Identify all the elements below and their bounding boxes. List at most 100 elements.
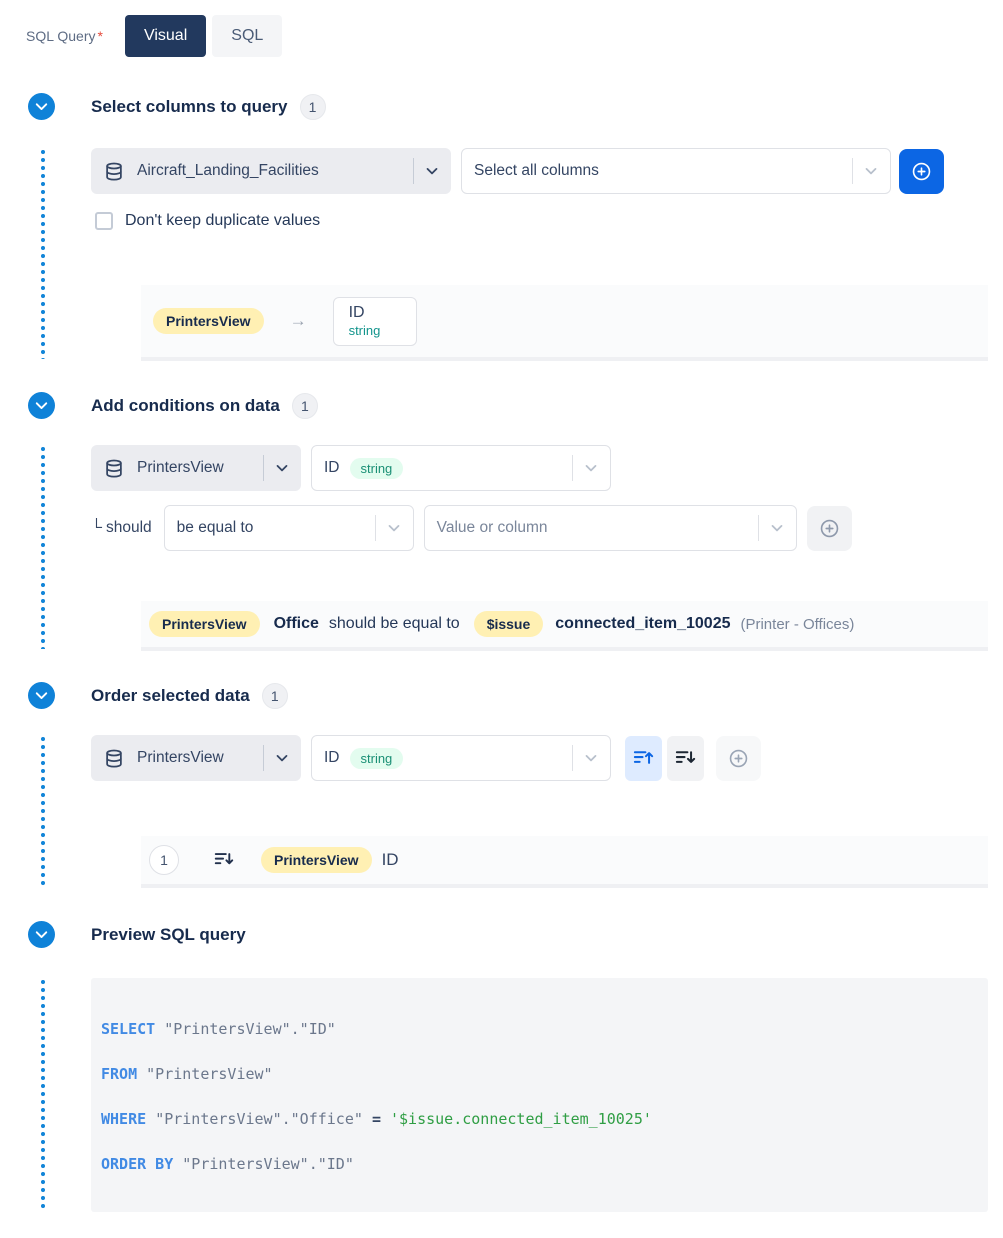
- table-chip: PrintersView: [153, 308, 264, 334]
- column-type-pill: string: [350, 748, 404, 769]
- value-select[interactable]: Value or column: [424, 505, 797, 551]
- section-count-badge: 1: [262, 683, 288, 709]
- condition-column-row: PrintersView ID string: [91, 445, 988, 491]
- circled-plus-icon: [818, 517, 841, 540]
- value-chip: $issue: [474, 611, 544, 637]
- database-icon: [103, 747, 125, 770]
- arrow-right-icon: →: [290, 311, 307, 331]
- dedupe-label: Don't keep duplicate values: [125, 212, 320, 230]
- condition-operator-row: └should be equal to Value or column: [91, 505, 988, 551]
- collapse-section-button[interactable]: [28, 392, 55, 419]
- add-order-button[interactable]: [716, 736, 761, 781]
- chevron-down-icon: [423, 162, 441, 180]
- section-count-badge: 1: [292, 393, 318, 419]
- sql-query-builder: SQL Query* Visual SQL Select columns to …: [0, 0, 1003, 1238]
- column-select-value: ID: [324, 749, 340, 767]
- order-preview: 1 PrintersView ID: [141, 836, 988, 888]
- table-select[interactable]: Aircraft_Landing_Facilities: [91, 148, 451, 194]
- sql-line: ORDER BY "PrintersView"."ID": [101, 1142, 978, 1187]
- chevron-down-icon: [32, 925, 51, 944]
- dotted-rail: [41, 447, 45, 649]
- condition-summary: PrintersView Office should be equal to $…: [141, 601, 988, 651]
- field-label: SQL Query*: [26, 28, 103, 44]
- sort-descending-button[interactable]: [667, 736, 704, 781]
- chevron-down-icon: [862, 162, 880, 180]
- chevron-down-icon: [273, 749, 291, 767]
- chevron-down-icon: [385, 519, 403, 537]
- select-divider: [263, 745, 264, 771]
- columns-select[interactable]: Select all columns: [461, 148, 891, 194]
- section-header-sql-preview: Preview SQL query: [28, 921, 1003, 948]
- operator-select[interactable]: be equal to: [164, 505, 414, 551]
- section-header-conditions: Add conditions on data 1: [28, 392, 1003, 419]
- summary-note: (Printer - Offices): [740, 616, 854, 633]
- section-count-badge: 1: [300, 94, 326, 120]
- column-select-row: Aircraft_Landing_Facilities Select all c…: [91, 148, 988, 194]
- value-select-placeholder: Value or column: [437, 519, 548, 537]
- summary-operator: should be equal to: [329, 615, 460, 633]
- operator-select-value: be equal to: [177, 519, 254, 537]
- select-divider: [263, 455, 264, 481]
- table-select[interactable]: PrintersView: [91, 735, 301, 781]
- section-body-conditions: PrintersView ID string └should be equal …: [91, 445, 988, 651]
- add-column-select-button[interactable]: [899, 149, 944, 194]
- sort-ascending-button[interactable]: [625, 736, 662, 781]
- dedupe-checkbox[interactable]: [95, 212, 113, 230]
- chevron-down-icon: [32, 686, 51, 705]
- sql-code-block: SELECT "PrintersView"."ID" FROM "Printer…: [91, 978, 988, 1212]
- sort-descending-icon: [674, 747, 697, 770]
- dedupe-row: Don't keep duplicate values: [95, 212, 988, 230]
- dotted-rail: [41, 737, 45, 886]
- chevron-down-icon: [32, 396, 51, 415]
- table-select-value: Aircraft_Landing_Facilities: [137, 162, 319, 180]
- order-column-select[interactable]: ID string: [311, 735, 611, 781]
- section-header-order: Order selected data 1: [28, 682, 1003, 709]
- sql-line: FROM "PrintersView": [101, 1052, 978, 1097]
- field-header: SQL Query* Visual SQL: [0, 0, 1003, 57]
- tab-visual[interactable]: Visual: [125, 15, 206, 57]
- table-select-value: PrintersView: [137, 459, 224, 477]
- section-header-select-columns: Select columns to query 1: [28, 93, 1003, 120]
- select-divider: [572, 455, 573, 481]
- order-column-row: PrintersView ID string: [91, 735, 988, 781]
- circled-plus-icon: [727, 747, 750, 770]
- section-body-select-columns: Aircraft_Landing_Facilities Select all c…: [91, 148, 988, 361]
- column-type: string: [349, 323, 401, 338]
- section-title: Add conditions on data: [91, 396, 280, 416]
- order-column-name: ID: [382, 850, 399, 870]
- column-card: ID string: [333, 297, 417, 346]
- database-icon: [103, 160, 125, 183]
- summary-column: Office: [274, 615, 319, 633]
- section-title: Select columns to query: [91, 97, 288, 117]
- section-title: Order selected data: [91, 686, 250, 706]
- chevron-down-icon: [273, 459, 291, 477]
- add-condition-button[interactable]: [807, 506, 852, 551]
- sort-ascending-icon: [632, 747, 655, 770]
- select-divider: [758, 515, 759, 541]
- collapse-section-button[interactable]: [28, 921, 55, 948]
- column-type-pill: string: [350, 458, 404, 479]
- columns-select-value: Select all columns: [474, 162, 599, 180]
- circled-plus-icon: [910, 160, 933, 183]
- required-marker: *: [98, 28, 103, 44]
- section-body-order: PrintersView ID string 1 Pri: [91, 735, 988, 888]
- sort-descending-icon: [213, 849, 235, 871]
- sql-line: WHERE "PrintersView"."Office" = '$issue.…: [101, 1097, 978, 1142]
- select-divider: [375, 515, 376, 541]
- section-body-sql-preview: SELECT "PrintersView"."ID" FROM "Printer…: [91, 978, 988, 1212]
- table-select-value: PrintersView: [137, 749, 224, 767]
- table-select[interactable]: PrintersView: [91, 445, 301, 491]
- select-divider: [852, 158, 853, 184]
- dotted-rail: [41, 150, 45, 359]
- section-title: Preview SQL query: [91, 925, 246, 945]
- condition-column-select[interactable]: ID string: [311, 445, 611, 491]
- collapse-section-button[interactable]: [28, 682, 55, 709]
- collapse-section-button[interactable]: [28, 93, 55, 120]
- select-divider: [572, 745, 573, 771]
- summary-value: connected_item_10025: [555, 615, 730, 633]
- chevron-down-icon: [582, 459, 600, 477]
- tab-sql[interactable]: SQL: [212, 15, 282, 57]
- database-icon: [103, 457, 125, 480]
- mode-tabs: Visual SQL: [125, 15, 282, 57]
- table-chip: PrintersView: [261, 847, 372, 873]
